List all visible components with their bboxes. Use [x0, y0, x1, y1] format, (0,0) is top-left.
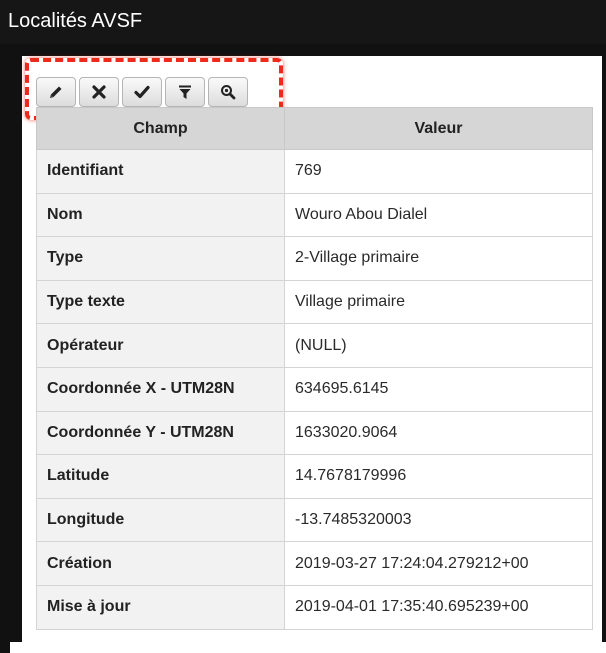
table-row: Mise à jour 2019-04-01 17:35:40.695239+0… — [36, 584, 593, 630]
field-value: 2019-03-27 17:24:04.279212+00 — [284, 541, 593, 586]
field-value: 769 — [284, 149, 593, 194]
cancel-button[interactable] — [79, 77, 119, 107]
filter-icon — [179, 85, 191, 99]
panel-footer — [10, 642, 606, 653]
field-value: Wouro Abou Dialel — [284, 192, 593, 238]
field-name: Longitude — [36, 497, 285, 543]
column-header-champ: Champ — [36, 107, 285, 150]
window-title: Localités AVSF — [0, 0, 606, 44]
table-row: Latitude 14.7678179996 — [36, 454, 593, 499]
field-name: Identifiant — [36, 149, 285, 194]
field-value: 14.7678179996 — [284, 454, 593, 499]
zoom-icon — [221, 85, 236, 100]
table-row: Longitude -13.7485320003 — [36, 497, 593, 543]
table-row: Coordonnée X - UTM28N 634695.6145 — [36, 366, 593, 412]
field-name: Coordonnée X - UTM28N — [36, 366, 285, 412]
table-row: Identifiant 769 — [36, 149, 593, 194]
field-value: 1633020.9064 — [284, 410, 593, 456]
field-name: Latitude — [36, 454, 285, 499]
field-name: Coordonnée Y - UTM28N — [36, 410, 285, 456]
table-header-row: Champ Valeur — [36, 107, 593, 150]
field-name: Création — [36, 541, 285, 586]
filter-button[interactable] — [165, 77, 205, 107]
edit-button[interactable] — [36, 77, 76, 107]
field-name: Opérateur — [36, 323, 285, 368]
field-value: 2-Village primaire — [284, 236, 593, 281]
field-name: Mise à jour — [36, 584, 285, 630]
pencil-icon — [50, 86, 62, 98]
field-value: Village primaire — [284, 279, 593, 325]
table-row: Création 2019-03-27 17:24:04.279212+00 — [36, 541, 593, 586]
table-row: Coordonnée Y - UTM28N 1633020.9064 — [36, 410, 593, 456]
field-name: Type texte — [36, 279, 285, 325]
edit-toolbar — [30, 72, 248, 112]
zoom-button[interactable] — [208, 77, 248, 107]
field-name: Nom — [36, 192, 285, 238]
check-icon — [134, 85, 150, 99]
table-row: Type 2-Village primaire — [36, 236, 593, 281]
table-row: Type texte Village primaire — [36, 279, 593, 325]
field-value: (NULL) — [284, 323, 593, 368]
validate-button[interactable] — [122, 77, 162, 107]
field-name: Type — [36, 236, 285, 281]
popup-window: Localités AVSF Champ Valeur Identifiant … — [0, 0, 606, 653]
field-value: -13.7485320003 — [284, 497, 593, 543]
table-row: Nom Wouro Abou Dialel — [36, 192, 593, 238]
attribute-table: Champ Valeur Identifiant 769 Nom Wouro A… — [36, 107, 593, 630]
table-row: Opérateur (NULL) — [36, 323, 593, 368]
field-value: 634695.6145 — [284, 366, 593, 412]
field-value: 2019-04-01 17:35:40.695239+00 — [284, 584, 593, 630]
close-icon — [92, 85, 106, 99]
column-header-valeur: Valeur — [284, 107, 593, 150]
